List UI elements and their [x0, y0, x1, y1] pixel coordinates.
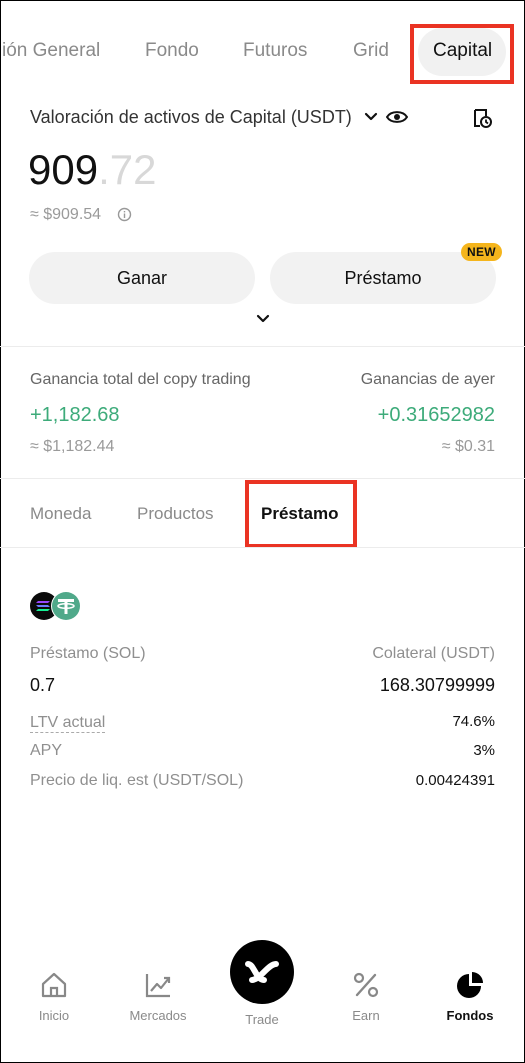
nav-fondos-label: Fondos	[446, 1008, 494, 1023]
ltv-value: 74.6%	[452, 713, 495, 730]
nav-inicio-label: Inicio	[38, 1008, 70, 1023]
collateral-value: 168.30799999	[379, 675, 495, 695]
loan-amount-label: Préstamo (SOL)	[30, 645, 146, 662]
liq-price-value: 0.00424391	[415, 772, 495, 789]
tab-overview[interactable]: ión General	[2, 40, 100, 62]
tab-futuros[interactable]: Futuros	[243, 40, 307, 62]
liq-price-label: Precio de liq. est (USDT/SOL)	[30, 772, 244, 789]
top-tab-bar: ión General Fondo Futuros Grid Capital	[0, 0, 525, 100]
valuation-amount-dec: .72	[98, 146, 157, 193]
earn-button-label: Ganar	[116, 267, 168, 288]
nav-inicio[interactable]: Inicio	[9, 970, 99, 1023]
nav-mercados-label: Mercados	[129, 1008, 187, 1023]
chevron-down-icon[interactable]	[363, 111, 379, 123]
home-icon	[41, 972, 67, 998]
info-icon[interactable]	[117, 207, 132, 222]
valuation-title: Valoración de activos de Capital (USDT)	[30, 107, 352, 127]
tab-capital-highlight	[410, 24, 514, 84]
earn-button[interactable]: Ganar	[29, 252, 255, 304]
tab-fondo[interactable]: Fondo	[145, 40, 199, 62]
nav-earn-label: Earn	[352, 1008, 380, 1023]
yesterday-fiat: ≈ $0.31	[441, 438, 495, 455]
nav-trade-label: Trade	[245, 1012, 279, 1027]
yesterday-label: Ganancias de ayer	[360, 371, 495, 388]
tab-grid[interactable]: Grid	[353, 40, 389, 62]
apy-value: 3%	[473, 742, 495, 759]
nav-trade[interactable]: Trade	[217, 940, 307, 1027]
divider	[0, 346, 525, 347]
valuation-amount-int: 909	[28, 146, 99, 193]
ltv-label[interactable]: LTV actual	[30, 713, 106, 733]
copy-total-label: Ganancia total del copy trading	[30, 371, 251, 388]
expand-chevron-icon[interactable]	[255, 313, 271, 325]
loan-button[interactable]: Préstamo	[270, 252, 496, 304]
pie-icon	[457, 972, 483, 998]
tab-productos[interactable]: Productos	[137, 504, 214, 524]
yesterday-value: +0.31652982	[377, 404, 495, 426]
apy-label: APY	[30, 742, 63, 759]
nav-mercados[interactable]: Mercados	[113, 970, 203, 1023]
nav-earn[interactable]: Earn	[321, 970, 411, 1023]
coin-pair-icon	[30, 591, 81, 621]
percent-icon	[353, 972, 379, 998]
divider	[0, 547, 525, 548]
loan-button-label: Préstamo	[344, 267, 422, 288]
tab-prestamo-highlight	[245, 480, 357, 548]
tab-moneda[interactable]: Moneda	[30, 504, 91, 524]
eye-icon[interactable]	[386, 109, 408, 125]
divider	[0, 478, 525, 479]
new-badge: NEW	[461, 243, 502, 261]
copy-total-value: +1,182.68	[30, 404, 120, 426]
valuation-amount: 909.72	[28, 146, 156, 194]
collateral-label: Colateral (USDT)	[372, 645, 495, 662]
loan-amount-value: 0.7	[30, 675, 56, 695]
copy-total-fiat: ≈ $1,182.44	[30, 438, 115, 455]
chart-icon	[145, 974, 171, 998]
valuation-fiat: ≈ $909.54	[30, 206, 102, 223]
trade-icon	[230, 940, 294, 1004]
nav-fondos[interactable]: Fondos	[425, 970, 515, 1023]
history-icon[interactable]	[471, 107, 493, 129]
